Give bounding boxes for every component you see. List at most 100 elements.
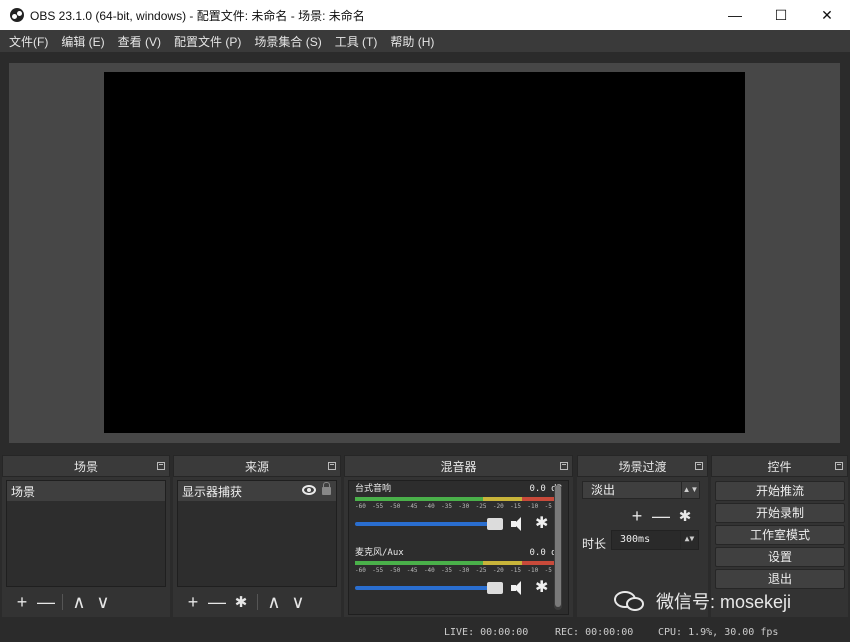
controls-dock-title: 控件 [767, 459, 792, 474]
speaker-icon[interactable] [511, 581, 527, 595]
mixer-channel-mic-aux: 麦克风/Aux 0.0 dB -60 -55 -50 -45 -40 -35 -… [349, 545, 568, 609]
tick-label: -30 [458, 567, 470, 574]
add-scene-button[interactable]: + [10, 591, 34, 613]
start-recording-button[interactable]: 开始录制 [715, 503, 845, 523]
meter-yellow-zone [482, 561, 523, 565]
gear-icon[interactable]: ✱ [535, 580, 548, 596]
scenes-dock-title: 场景 [73, 459, 98, 474]
volume-slider[interactable] [355, 518, 503, 530]
meter-ticks: -60 -55 -50 -45 -40 -35 -30 -25 -20 -15 … [355, 503, 562, 511]
transition-select[interactable]: 淡出 ▲▼ [582, 481, 700, 499]
exit-button[interactable]: 退出 [715, 569, 845, 589]
tick-label: -35 [441, 567, 453, 574]
volume-slider[interactable] [355, 582, 503, 594]
menu-view[interactable]: 查看 (V) [113, 33, 166, 50]
minus-icon: — [652, 505, 670, 526]
speaker-icon[interactable] [511, 517, 527, 531]
mixer-dock-title: 混音器 [440, 459, 477, 474]
transition-select-value: 淡出 [591, 483, 616, 497]
move-source-up-button[interactable]: ∧ [262, 591, 286, 613]
gear-icon[interactable]: ✱ [535, 516, 548, 532]
source-item[interactable]: 显示器捕获 [178, 481, 336, 501]
tick-label: -15 [510, 503, 521, 510]
volume-meter [355, 561, 562, 565]
move-source-down-button[interactable]: ∨ [286, 591, 310, 613]
maximize-button[interactable]: ☐ [758, 0, 804, 30]
visibility-eye-icon[interactable] [302, 485, 316, 495]
source-item-label: 显示器捕获 [182, 484, 243, 499]
channel-name: 麦克风/Aux [355, 548, 404, 558]
studio-mode-button[interactable]: 工作室模式 [715, 525, 845, 545]
float-dock-icon[interactable] [695, 462, 703, 470]
menu-bar: 文件(F) 编辑 (E) 查看 (V) 配置文件 (P) 场景集合 (S) 工具… [0, 30, 850, 52]
start-streaming-button[interactable]: 开始推流 [715, 481, 845, 501]
menu-edit[interactable]: 编辑 (E) [56, 33, 109, 50]
settings-button[interactable]: 设置 [715, 547, 845, 567]
lock-icon[interactable] [322, 482, 331, 495]
menu-file[interactable]: 文件(F) [4, 33, 53, 50]
meter-yellow-zone [482, 497, 523, 501]
rec-status: REC: 00:00:00 [555, 627, 634, 638]
meter-green-zone [355, 497, 483, 501]
scrollbar-thumb[interactable] [555, 485, 561, 607]
slider-handle[interactable] [487, 582, 503, 594]
mixer-panel: 台式音响 0.0 dB -60 -55 -50 -45 -40 -35 -30 … [348, 480, 569, 615]
spinbox-arrows-icon[interactable]: ▲▼ [680, 531, 698, 549]
minus-icon: — [208, 591, 226, 612]
tick-label: -45 [406, 503, 418, 510]
float-dock-icon[interactable] [328, 462, 336, 470]
obs-logo-icon [10, 8, 24, 22]
float-dock-icon[interactable] [157, 462, 165, 470]
source-properties-button[interactable]: ✱ [229, 591, 253, 613]
sources-toolbar: + — ✱ ∧ ∨ [177, 589, 337, 615]
tick-label: -40 [423, 503, 435, 510]
minus-icon: — [37, 591, 55, 612]
tick-label: -60 [355, 503, 366, 510]
window-title: OBS 23.1.0 (64-bit, windows) - 配置文件: 未命名… [30, 8, 365, 23]
close-button[interactable]: ✕ [804, 0, 850, 30]
tick-label: -10 [527, 567, 539, 574]
tick-label: -55 [372, 503, 384, 510]
menu-tools[interactable]: 工具 (T) [330, 33, 383, 50]
menu-help[interactable]: 帮助 (H) [385, 33, 439, 50]
scenes-dock: 场景 场景 + — ∧ ∨ [2, 455, 170, 617]
chevron-down-icon: ▲▼ [681, 482, 699, 498]
remove-source-button[interactable]: — [205, 591, 229, 613]
slider-handle[interactable] [487, 518, 503, 530]
remove-scene-button[interactable]: — [34, 591, 58, 613]
add-source-button[interactable]: + [181, 591, 205, 613]
chevron-down-icon: ∨ [291, 591, 305, 612]
duration-spinbox[interactable]: 300ms ▲▼ [611, 530, 699, 550]
transitions-dock-header: 场景过渡 [577, 455, 708, 477]
sources-dock-header: 来源 [173, 455, 341, 477]
tick-label: -35 [441, 503, 453, 510]
float-dock-icon[interactable] [560, 462, 568, 470]
mixer-dock: 混音器 台式音响 0.0 dB -60 -55 -50 -45 -40 -35 … [344, 455, 573, 617]
scene-item[interactable]: 场景 [7, 481, 165, 501]
transition-properties-button[interactable]: ✱ [673, 505, 697, 527]
scenes-toolbar: + — ∧ ∨ [6, 589, 166, 615]
tick-label: -60 [355, 567, 366, 574]
mixer-channel-desktop-audio: 台式音响 0.0 dB -60 -55 -50 -45 -40 -35 -30 … [349, 481, 568, 545]
transition-toolbar: + — ✱ [625, 505, 697, 527]
title-bar: OBS 23.1.0 (64-bit, windows) - 配置文件: 未命名… [0, 0, 850, 30]
menu-profile[interactable]: 配置文件 (P) [169, 33, 246, 50]
chevron-down-icon: ∨ [96, 591, 110, 612]
mixer-scrollbar[interactable] [554, 485, 562, 610]
move-scene-up-button[interactable]: ∧ [67, 591, 91, 613]
add-transition-button[interactable]: + [625, 505, 649, 527]
volume-meter [355, 497, 562, 501]
toolbar-divider [257, 594, 258, 610]
tick-label: -50 [389, 503, 401, 510]
remove-transition-button[interactable]: — [649, 505, 673, 527]
minimize-button[interactable]: — [712, 0, 758, 30]
status-bar: LIVE: 00:00:00 REC: 00:00:00 CPU: 1.9%, … [0, 622, 850, 642]
chevron-up-icon: ∧ [72, 591, 86, 612]
menu-scene-collection[interactable]: 场景集合 (S) [249, 33, 326, 50]
move-scene-down-button[interactable]: ∨ [91, 591, 115, 613]
meter-green-zone [355, 561, 483, 565]
float-dock-icon[interactable] [835, 462, 843, 470]
preview-canvas[interactable] [104, 72, 745, 433]
tick-label: -25 [475, 567, 487, 574]
duration-value: 300ms [620, 534, 651, 545]
